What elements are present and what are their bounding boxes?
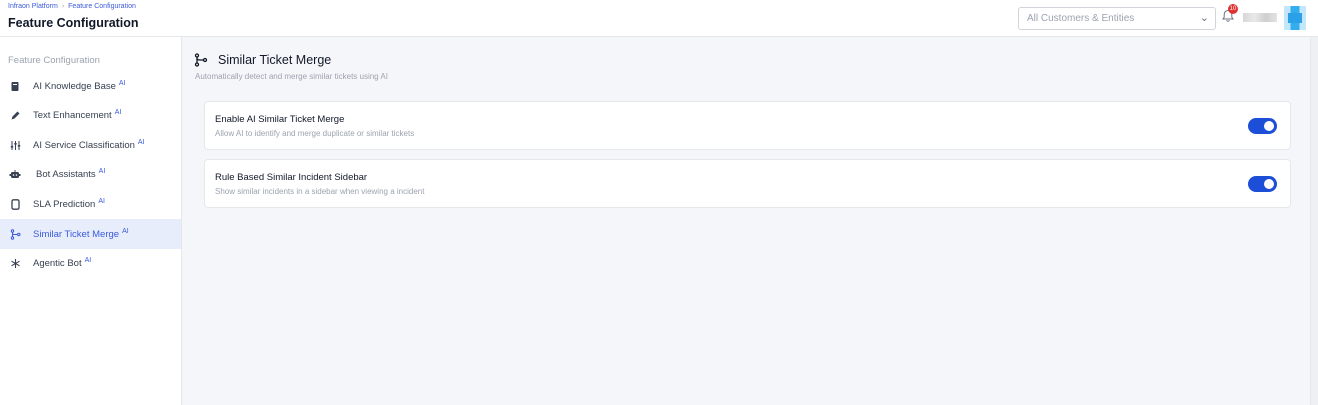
ai-badge: AI bbox=[137, 138, 145, 146]
sidebar-item-label: Agentic Bot bbox=[33, 258, 82, 270]
pencil-icon bbox=[9, 109, 21, 121]
avatar[interactable] bbox=[1284, 6, 1306, 30]
toggle-knob bbox=[1264, 179, 1274, 189]
robot-icon bbox=[9, 168, 21, 180]
page-title: Feature Configuration bbox=[8, 16, 139, 30]
ai-badge: AI bbox=[84, 256, 92, 264]
book-icon bbox=[9, 80, 21, 92]
sliders-icon bbox=[9, 139, 21, 151]
setting-card-rule-based-sidebar: Rule Based Similar Incident Sidebar Show… bbox=[204, 159, 1291, 208]
device-icon bbox=[9, 198, 21, 210]
sidebar-item-ai-knowledge-base[interactable]: AI Knowledge Base AI bbox=[0, 71, 181, 101]
customer-entity-select-placeholder: All Customers & Entities bbox=[1027, 13, 1135, 24]
breadcrumb-separator: › bbox=[61, 3, 65, 10]
sidebar-item-label: Similar Ticket Merge bbox=[33, 229, 120, 241]
breadcrumb: Infraon Platform › Feature Configuration bbox=[8, 3, 136, 10]
sidebar-heading: Feature Configuration bbox=[8, 55, 100, 66]
ai-badge: AI bbox=[118, 79, 126, 87]
sidebar-item-similar-ticket-merge[interactable]: Similar Ticket Merge AI bbox=[0, 219, 181, 249]
sidebar-item-label: Text Enhancement bbox=[33, 110, 112, 122]
ai-badge: AI bbox=[98, 197, 105, 205]
rule-based-sidebar-toggle[interactable] bbox=[1248, 176, 1277, 192]
toggle-knob bbox=[1264, 121, 1274, 131]
chevron-down-icon: ⌄ bbox=[1199, 12, 1209, 24]
merge-icon bbox=[194, 53, 208, 67]
ai-badge: AI bbox=[122, 227, 129, 235]
sidebar-item-bot-assistants[interactable]: Bot Assistants AI bbox=[0, 159, 181, 189]
ai-badge: AI bbox=[98, 167, 106, 175]
ai-badge: AI bbox=[114, 108, 122, 116]
sidebar-item-label: AI Service Classification bbox=[33, 140, 135, 152]
enable-ai-merge-toggle[interactable] bbox=[1248, 118, 1277, 134]
sidebar-item-label: Bot Assistants bbox=[36, 169, 96, 181]
sidebar-item-label: SLA Prediction bbox=[33, 199, 96, 211]
section-title: Similar Ticket Merge bbox=[218, 53, 332, 67]
setting-title: Enable AI Similar Ticket Merge bbox=[215, 114, 345, 125]
setting-description: Show similar incidents in a sidebar when… bbox=[215, 187, 425, 196]
sidebar-item-sla-prediction[interactable]: SLA Prediction AI bbox=[0, 189, 181, 219]
merge-icon bbox=[9, 228, 21, 240]
user-name-blurred[interactable] bbox=[1243, 13, 1277, 22]
section-subtitle: Automatically detect and merge similar t… bbox=[195, 72, 388, 81]
snowflake-icon bbox=[9, 257, 21, 269]
setting-description: Allow AI to identify and merge duplicate… bbox=[215, 129, 415, 138]
customer-entity-select[interactable]: All Customers & Entities ⌄ bbox=[1018, 7, 1216, 30]
breadcrumb-link-platform[interactable]: Infraon Platform bbox=[8, 3, 58, 10]
setting-title: Rule Based Similar Incident Sidebar bbox=[215, 172, 368, 183]
sidebar-item-ai-service-classification[interactable]: AI Service Classification AI bbox=[0, 130, 181, 160]
sidebar: Feature Configuration AI Knowledge Base A… bbox=[0, 37, 182, 405]
sidebar-item-text-enhancement[interactable]: Text Enhancement AI bbox=[0, 100, 181, 130]
breadcrumb-link-feature-configuration[interactable]: Feature Configuration bbox=[68, 3, 136, 10]
scrollbar[interactable] bbox=[1310, 37, 1318, 405]
notification-badge: 10 bbox=[1228, 4, 1238, 14]
sidebar-item-label: AI Knowledge Base bbox=[33, 81, 116, 93]
sidebar-item-agentic-bot[interactable]: Agentic Bot AI bbox=[0, 248, 181, 278]
top-header: Infraon Platform › Feature Configuration… bbox=[0, 0, 1318, 37]
setting-card-enable-ai-merge: Enable AI Similar Ticket Merge Allow AI … bbox=[204, 101, 1291, 150]
